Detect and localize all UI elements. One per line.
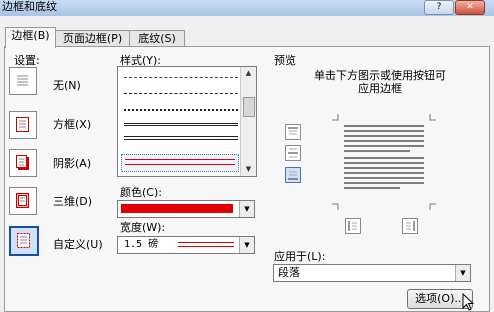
preview-hint: 单击下方图示或使用按钮可 应用边框	[314, 69, 446, 95]
setting-shadow-label[interactable]: 阴影(A)	[53, 157, 91, 170]
style-scrollbar[interactable]: ▲ ▼	[240, 67, 256, 176]
style-option-thick-double[interactable]	[124, 136, 238, 140]
setting-box-label[interactable]: 方框(X)	[53, 118, 91, 131]
width-dropdown[interactable]: 1.5 磅 ▼	[117, 236, 255, 254]
close-icon: ✕	[466, 2, 474, 12]
setting-3d-label[interactable]: 三维(D)	[53, 195, 92, 208]
setting-box-icon	[16, 117, 29, 132]
inside-horizontal-border-button[interactable]	[285, 145, 301, 161]
preview-diagram[interactable]	[330, 112, 438, 212]
setting-custom-icon	[17, 233, 30, 248]
color-dropdown[interactable]: ▼	[117, 200, 255, 218]
tab-page-border[interactable]: 页面边框(P)	[54, 30, 131, 47]
top-border-icon	[288, 127, 298, 135]
style-listbox[interactable]: ▲ ▼	[117, 66, 257, 177]
right-border-icon	[406, 221, 415, 231]
tab-shading[interactable]: 底纹(S)	[129, 30, 185, 47]
close-button[interactable]: ✕	[455, 0, 485, 15]
width-value: 1.5 磅	[124, 239, 159, 250]
setting-shadow-icon	[16, 155, 29, 170]
help-button[interactable]: ?	[424, 0, 454, 15]
style-option-double[interactable]	[124, 123, 238, 126]
scroll-down-icon[interactable]: ▼	[241, 163, 256, 176]
style-option-selected[interactable]	[121, 154, 239, 172]
setting-none-label[interactable]: 无(N)	[53, 79, 81, 92]
setting-3d-button[interactable]	[9, 187, 37, 215]
bottom-border-icon	[288, 171, 298, 180]
apply-to-label: 应用于(L):	[274, 250, 326, 263]
style-selected-red-line	[125, 159, 235, 165]
color-label: 颜色(C):	[120, 186, 162, 199]
setting-3d-icon	[16, 193, 29, 208]
settings-heading: 设置:	[14, 54, 40, 67]
style-option-dash-dot[interactable]	[124, 93, 238, 94]
style-option-dash-dot-dot[interactable]	[124, 109, 238, 111]
tab-borders[interactable]: 边框(B)	[5, 27, 56, 48]
setting-none-button[interactable]	[9, 67, 37, 95]
width-label: 宽度(W):	[120, 221, 166, 234]
setting-box-button[interactable]	[9, 111, 37, 139]
preview-heading: 预览	[274, 54, 296, 67]
style-option-dashed[interactable]	[124, 77, 238, 78]
dialog-title: 边框和底纹	[2, 0, 57, 13]
mouse-cursor-icon	[462, 293, 474, 311]
left-border-button[interactable]	[345, 218, 361, 234]
tab-strip: 边框(B) 页面边框(P) 底纹(S)	[0, 27, 494, 48]
chevron-down-icon[interactable]: ▼	[239, 201, 254, 217]
scroll-thumb[interactable]	[243, 97, 255, 117]
setting-shadow-button[interactable]	[9, 149, 37, 177]
bottom-border-button[interactable]	[285, 167, 301, 183]
chevron-down-icon[interactable]: ▼	[455, 265, 470, 281]
setting-none-icon	[17, 75, 28, 86]
top-border-button[interactable]	[285, 124, 301, 140]
title-bar: 边框和底纹 ? ✕	[0, 0, 494, 16]
help-icon: ?	[436, 2, 442, 12]
setting-custom-label[interactable]: 自定义(U)	[53, 238, 103, 251]
width-line-sample	[178, 242, 234, 247]
apply-to-dropdown[interactable]: 段落 ▼	[273, 264, 471, 282]
chevron-down-icon[interactable]: ▼	[239, 237, 254, 253]
setting-custom-button[interactable]	[9, 226, 39, 256]
color-swatch	[121, 204, 233, 213]
right-border-button[interactable]	[402, 218, 418, 234]
left-border-icon	[348, 221, 357, 231]
scroll-up-icon[interactable]: ▲	[241, 67, 256, 80]
apply-to-value: 段落	[278, 266, 300, 279]
inside-horizontal-border-icon	[288, 148, 298, 158]
